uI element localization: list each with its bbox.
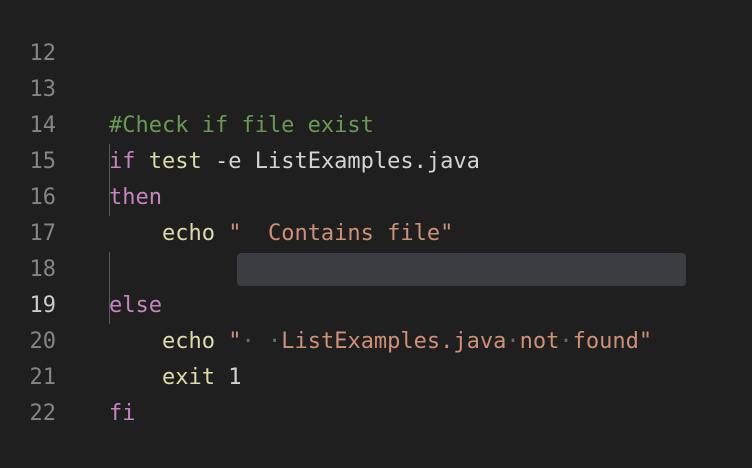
code-line-active[interactable]: 19 echo "· ·ListExamples.java·not·found"	[0, 252, 752, 354]
line-content: fi	[109, 396, 136, 432]
code-line[interactable]: 12	[0, 0, 752, 66]
code-line[interactable]: 16 echo " Contains file"	[0, 144, 752, 246]
code-line[interactable]: 15 then	[0, 108, 752, 210]
code-line[interactable]: 13 #Check if file exist	[0, 36, 752, 138]
code-line[interactable]: 21 fi	[0, 324, 752, 426]
code-line[interactable]: 18 else	[0, 216, 752, 318]
code-line[interactable]: 17	[0, 180, 752, 246]
code-line[interactable]: 22	[0, 360, 752, 426]
code-line[interactable]: 20 exit 1	[0, 288, 752, 390]
keyword-token: fi	[109, 401, 136, 426]
line-number: 22	[29, 401, 57, 426]
code-line[interactable]: 14 if test -e ListExamples.java	[0, 72, 752, 174]
code-editor[interactable]: 12 13 #Check if file exist 14 if test -e…	[0, 0, 752, 426]
